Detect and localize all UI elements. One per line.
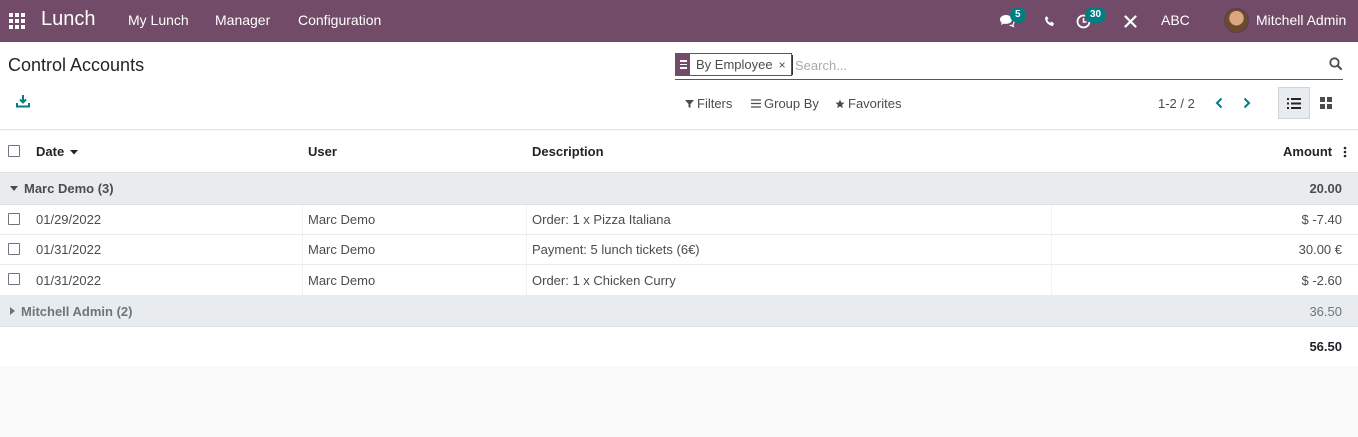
column-header-amount[interactable]: Amount — [1283, 131, 1332, 172]
apps-menu-icon[interactable] — [9, 13, 25, 29]
search-bar: By Employee × — [675, 52, 1343, 80]
cell-user: Marc Demo — [308, 242, 376, 257]
menu-manager[interactable]: Manager — [215, 12, 270, 28]
cell-user: Marc Demo — [308, 212, 376, 227]
column-options-button[interactable] — [1343, 131, 1347, 172]
group-label: Mitchell Admin (2) — [21, 303, 133, 319]
filter-icon — [685, 99, 694, 108]
group-total: 36.50 — [1309, 303, 1342, 319]
column-divider — [302, 205, 303, 234]
facet-remove-button[interactable]: × — [779, 58, 791, 72]
group-by-facet-icon — [676, 53, 690, 76]
row-checkbox[interactable] — [8, 243, 20, 255]
grand-total: 56.50 — [1309, 339, 1342, 354]
debug-tools-button[interactable] — [1122, 0, 1138, 42]
cell-description: Order: 1 x Chicken Curry — [532, 272, 676, 288]
cell-date: 01/31/2022 — [36, 242, 102, 257]
company-switcher[interactable]: ABC — [1161, 12, 1190, 28]
cell-description: Payment: 5 lunch tickets (6€) — [532, 242, 700, 257]
table-row[interactable]: 01/31/2022 Marc Demo Payment: 5 lunch ti… — [0, 235, 1358, 265]
column-options-icon — [1343, 146, 1347, 157]
caret-down-icon — [10, 186, 18, 191]
group-total: 20.00 — [1309, 181, 1342, 196]
group-header-mitchell-admin[interactable]: Mitchell Admin (2) — [10, 296, 132, 326]
pager-value[interactable]: 1-2 / 2 — [1158, 96, 1195, 111]
chevron-left-icon — [1215, 97, 1223, 109]
control-panel: Control Accounts By Employee × Filters G… — [0, 42, 1358, 130]
select-all-checkbox[interactable] — [8, 145, 20, 157]
facet-value: By Employee — [696, 57, 773, 72]
app-brand[interactable]: Lunch — [41, 8, 96, 31]
phone-button[interactable] — [1042, 0, 1058, 42]
column-divider — [1051, 205, 1052, 234]
messages-badge: 5 — [1010, 7, 1026, 23]
column-date-label: Date — [36, 144, 65, 159]
column-header-user[interactable]: User — [308, 131, 337, 172]
column-divider — [302, 265, 303, 295]
menu-my-lunch[interactable]: My Lunch — [128, 12, 189, 28]
column-divider — [302, 235, 303, 264]
column-header-description[interactable]: Description — [532, 131, 604, 172]
cell-user: Marc Demo — [308, 272, 376, 288]
star-icon — [835, 99, 845, 108]
filters-button[interactable]: Filters — [685, 96, 732, 111]
user-menu[interactable]: Mitchell Admin — [1256, 12, 1346, 28]
download-icon — [16, 95, 30, 108]
search-facet: By Employee × — [675, 53, 792, 76]
column-divider — [526, 205, 527, 234]
top-navbar: Lunch My Lunch Manager Configuration 5 3… — [0, 0, 1358, 42]
cell-description: Order: 1 x Pizza Italiana — [532, 212, 671, 227]
kanban-view-icon — [1320, 97, 1332, 109]
menu-configuration[interactable]: Configuration — [298, 12, 381, 28]
activities-badge: 30 — [1085, 7, 1107, 23]
list-view: Date User Description Amount Marc Demo (… — [0, 131, 1358, 366]
column-header-date[interactable]: Date — [36, 131, 79, 172]
group-by-button[interactable]: Group By — [751, 96, 819, 111]
column-divider — [526, 265, 527, 295]
column-divider — [1051, 265, 1052, 295]
group-icon — [751, 99, 761, 108]
group-header-marc-demo[interactable]: Marc Demo (3) — [10, 173, 114, 204]
pager-previous-button[interactable] — [1211, 94, 1227, 112]
list-view-icon — [1287, 97, 1301, 109]
user-avatar[interactable] — [1224, 8, 1249, 33]
table-header: Date User Description Amount — [0, 131, 1358, 173]
export-button[interactable] — [16, 94, 32, 110]
group-row[interactable]: Mitchell Admin (2) 36.50 — [0, 296, 1358, 327]
cell-amount: $ -7.40 — [1301, 212, 1342, 227]
search-input[interactable] — [792, 55, 1312, 75]
cell-date: 01/29/2022 — [36, 212, 102, 227]
kanban-view-button[interactable] — [1310, 87, 1342, 119]
pager-next-button[interactable] — [1239, 94, 1255, 112]
search-button[interactable] — [1329, 57, 1343, 71]
row-checkbox[interactable] — [8, 273, 20, 285]
table-row[interactable]: 01/29/2022 Marc Demo Order: 1 x Pizza It… — [0, 205, 1358, 235]
tools-icon — [1123, 14, 1137, 28]
caret-right-icon — [10, 307, 15, 315]
phone-icon — [1045, 16, 1054, 26]
chevron-right-icon — [1243, 97, 1251, 109]
table-row[interactable]: 01/31/2022 Marc Demo Order: 1 x Chicken … — [0, 265, 1358, 296]
page-title: Control Accounts — [8, 55, 145, 75]
favorites-button[interactable]: Favorites — [835, 96, 901, 111]
group-by-label: Group By — [764, 96, 819, 111]
column-divider — [526, 235, 527, 264]
list-view-button[interactable] — [1278, 87, 1310, 119]
group-row[interactable]: Marc Demo (3) 20.00 — [0, 173, 1358, 205]
cell-amount: $ -2.60 — [1301, 272, 1342, 288]
row-checkbox[interactable] — [8, 213, 20, 225]
sort-down-icon — [70, 149, 79, 154]
favorites-label: Favorites — [848, 96, 902, 111]
group-label: Marc Demo (3) — [24, 181, 114, 196]
column-divider — [1051, 235, 1052, 264]
search-icon — [1329, 57, 1342, 70]
cell-date: 01/31/2022 — [36, 272, 102, 288]
table-footer: 56.50 — [0, 327, 1358, 366]
filters-label: Filters — [697, 96, 733, 111]
cell-amount: 30.00 € — [1298, 242, 1342, 257]
